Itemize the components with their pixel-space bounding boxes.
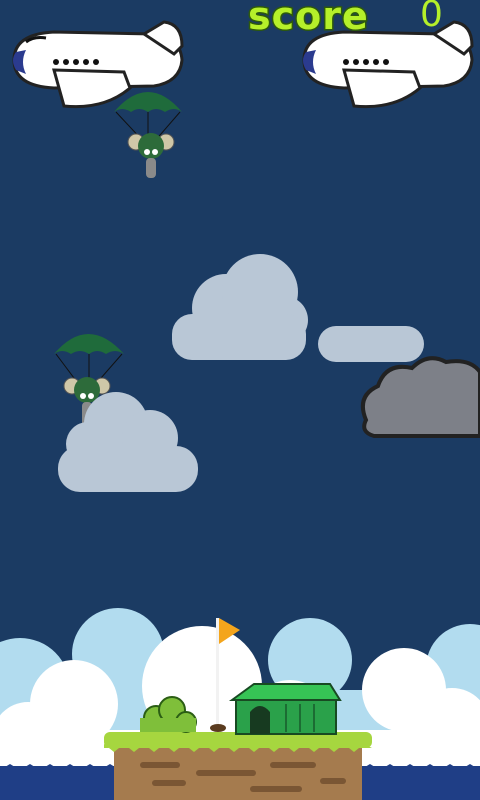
cloud-small-right [318,326,424,362]
score-value: 0 [420,0,443,35]
score-label: score [247,0,370,40]
hut [228,683,342,735]
island-base [104,732,372,800]
game-scene [0,0,480,800]
